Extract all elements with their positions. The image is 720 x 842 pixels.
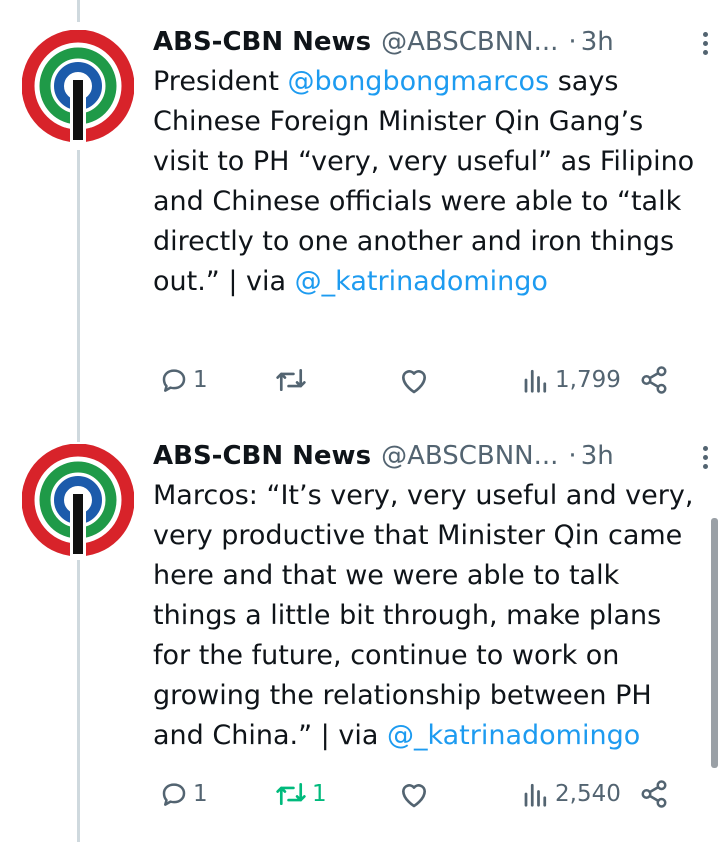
mention-link[interactable]: @_katrinadomingo xyxy=(387,720,640,751)
retweet-count: 1 xyxy=(312,781,327,807)
reply-icon xyxy=(162,783,186,806)
like-button[interactable] xyxy=(398,779,434,809)
tweet-header: ABS-CBN News @ABSCBNN... · 3h xyxy=(153,22,698,62)
views-count: 2,540 xyxy=(555,781,621,807)
reply-count: 1 xyxy=(193,367,208,393)
retweet-button[interactable]: 1 xyxy=(274,779,327,809)
avatar[interactable] xyxy=(21,29,135,146)
tweet-text-part: Marcos: “It’s very, very useful and very… xyxy=(153,480,694,751)
views-count: 1,799 xyxy=(555,367,621,393)
separator-dot: · xyxy=(568,441,577,471)
abs-cbn-logo xyxy=(21,443,135,560)
reply-icon xyxy=(162,369,186,392)
heart-icon xyxy=(402,784,426,808)
retweet-button[interactable] xyxy=(274,365,312,395)
tweet-text: President @bongbongmarcos says Chinese F… xyxy=(153,62,698,302)
abs-cbn-logo xyxy=(21,29,135,146)
separator-dot: · xyxy=(568,27,577,57)
like-button[interactable] xyxy=(398,365,434,395)
reply-count: 1 xyxy=(193,781,208,807)
mention-link[interactable]: @_katrinadomingo xyxy=(295,266,548,297)
share-icon xyxy=(641,780,667,808)
retweet-icon xyxy=(276,782,306,806)
timestamp[interactable]: 3h xyxy=(581,441,614,471)
views-button[interactable]: 2,540 xyxy=(521,779,621,809)
views-button[interactable]: 1,799 xyxy=(521,365,621,395)
author-name[interactable]: ABS-CBN News xyxy=(153,27,371,57)
tweet-actions: 1 1 2,540 xyxy=(153,774,698,814)
tweet-header: ABS-CBN News @ABSCBNN... · 3h xyxy=(153,436,698,476)
reply-button[interactable]: 1 xyxy=(159,779,208,809)
heart-icon xyxy=(402,370,426,394)
more-icon[interactable] xyxy=(703,32,709,59)
share-button[interactable] xyxy=(639,365,669,395)
timestamp[interactable]: 3h xyxy=(581,27,614,57)
share-icon xyxy=(641,366,667,394)
views-icon xyxy=(524,783,547,807)
tweet-actions: 1 1,799 xyxy=(153,360,698,400)
tweet-text-part: says Chinese Foreign Minister Qin Gang’s… xyxy=(153,66,695,297)
scrollbar[interactable] xyxy=(711,518,718,768)
mention-link[interactable]: @bongbongmarcos xyxy=(288,66,550,97)
more-icon[interactable] xyxy=(703,446,709,473)
reply-button[interactable]: 1 xyxy=(159,365,208,395)
retweet-icon xyxy=(276,368,306,392)
thread-line xyxy=(77,150,80,442)
avatar[interactable] xyxy=(21,443,135,560)
tweet-text-part: President xyxy=(153,66,288,97)
share-button[interactable] xyxy=(639,779,669,809)
thread-line xyxy=(77,0,80,22)
author-handle[interactable]: @ABSCBNN... xyxy=(381,441,558,471)
thread-line xyxy=(77,560,80,842)
views-icon xyxy=(524,369,547,393)
author-name[interactable]: ABS-CBN News xyxy=(153,441,371,471)
author-handle[interactable]: @ABSCBNN... xyxy=(381,27,558,57)
tweet-text: Marcos: “It’s very, very useful and very… xyxy=(153,476,698,756)
